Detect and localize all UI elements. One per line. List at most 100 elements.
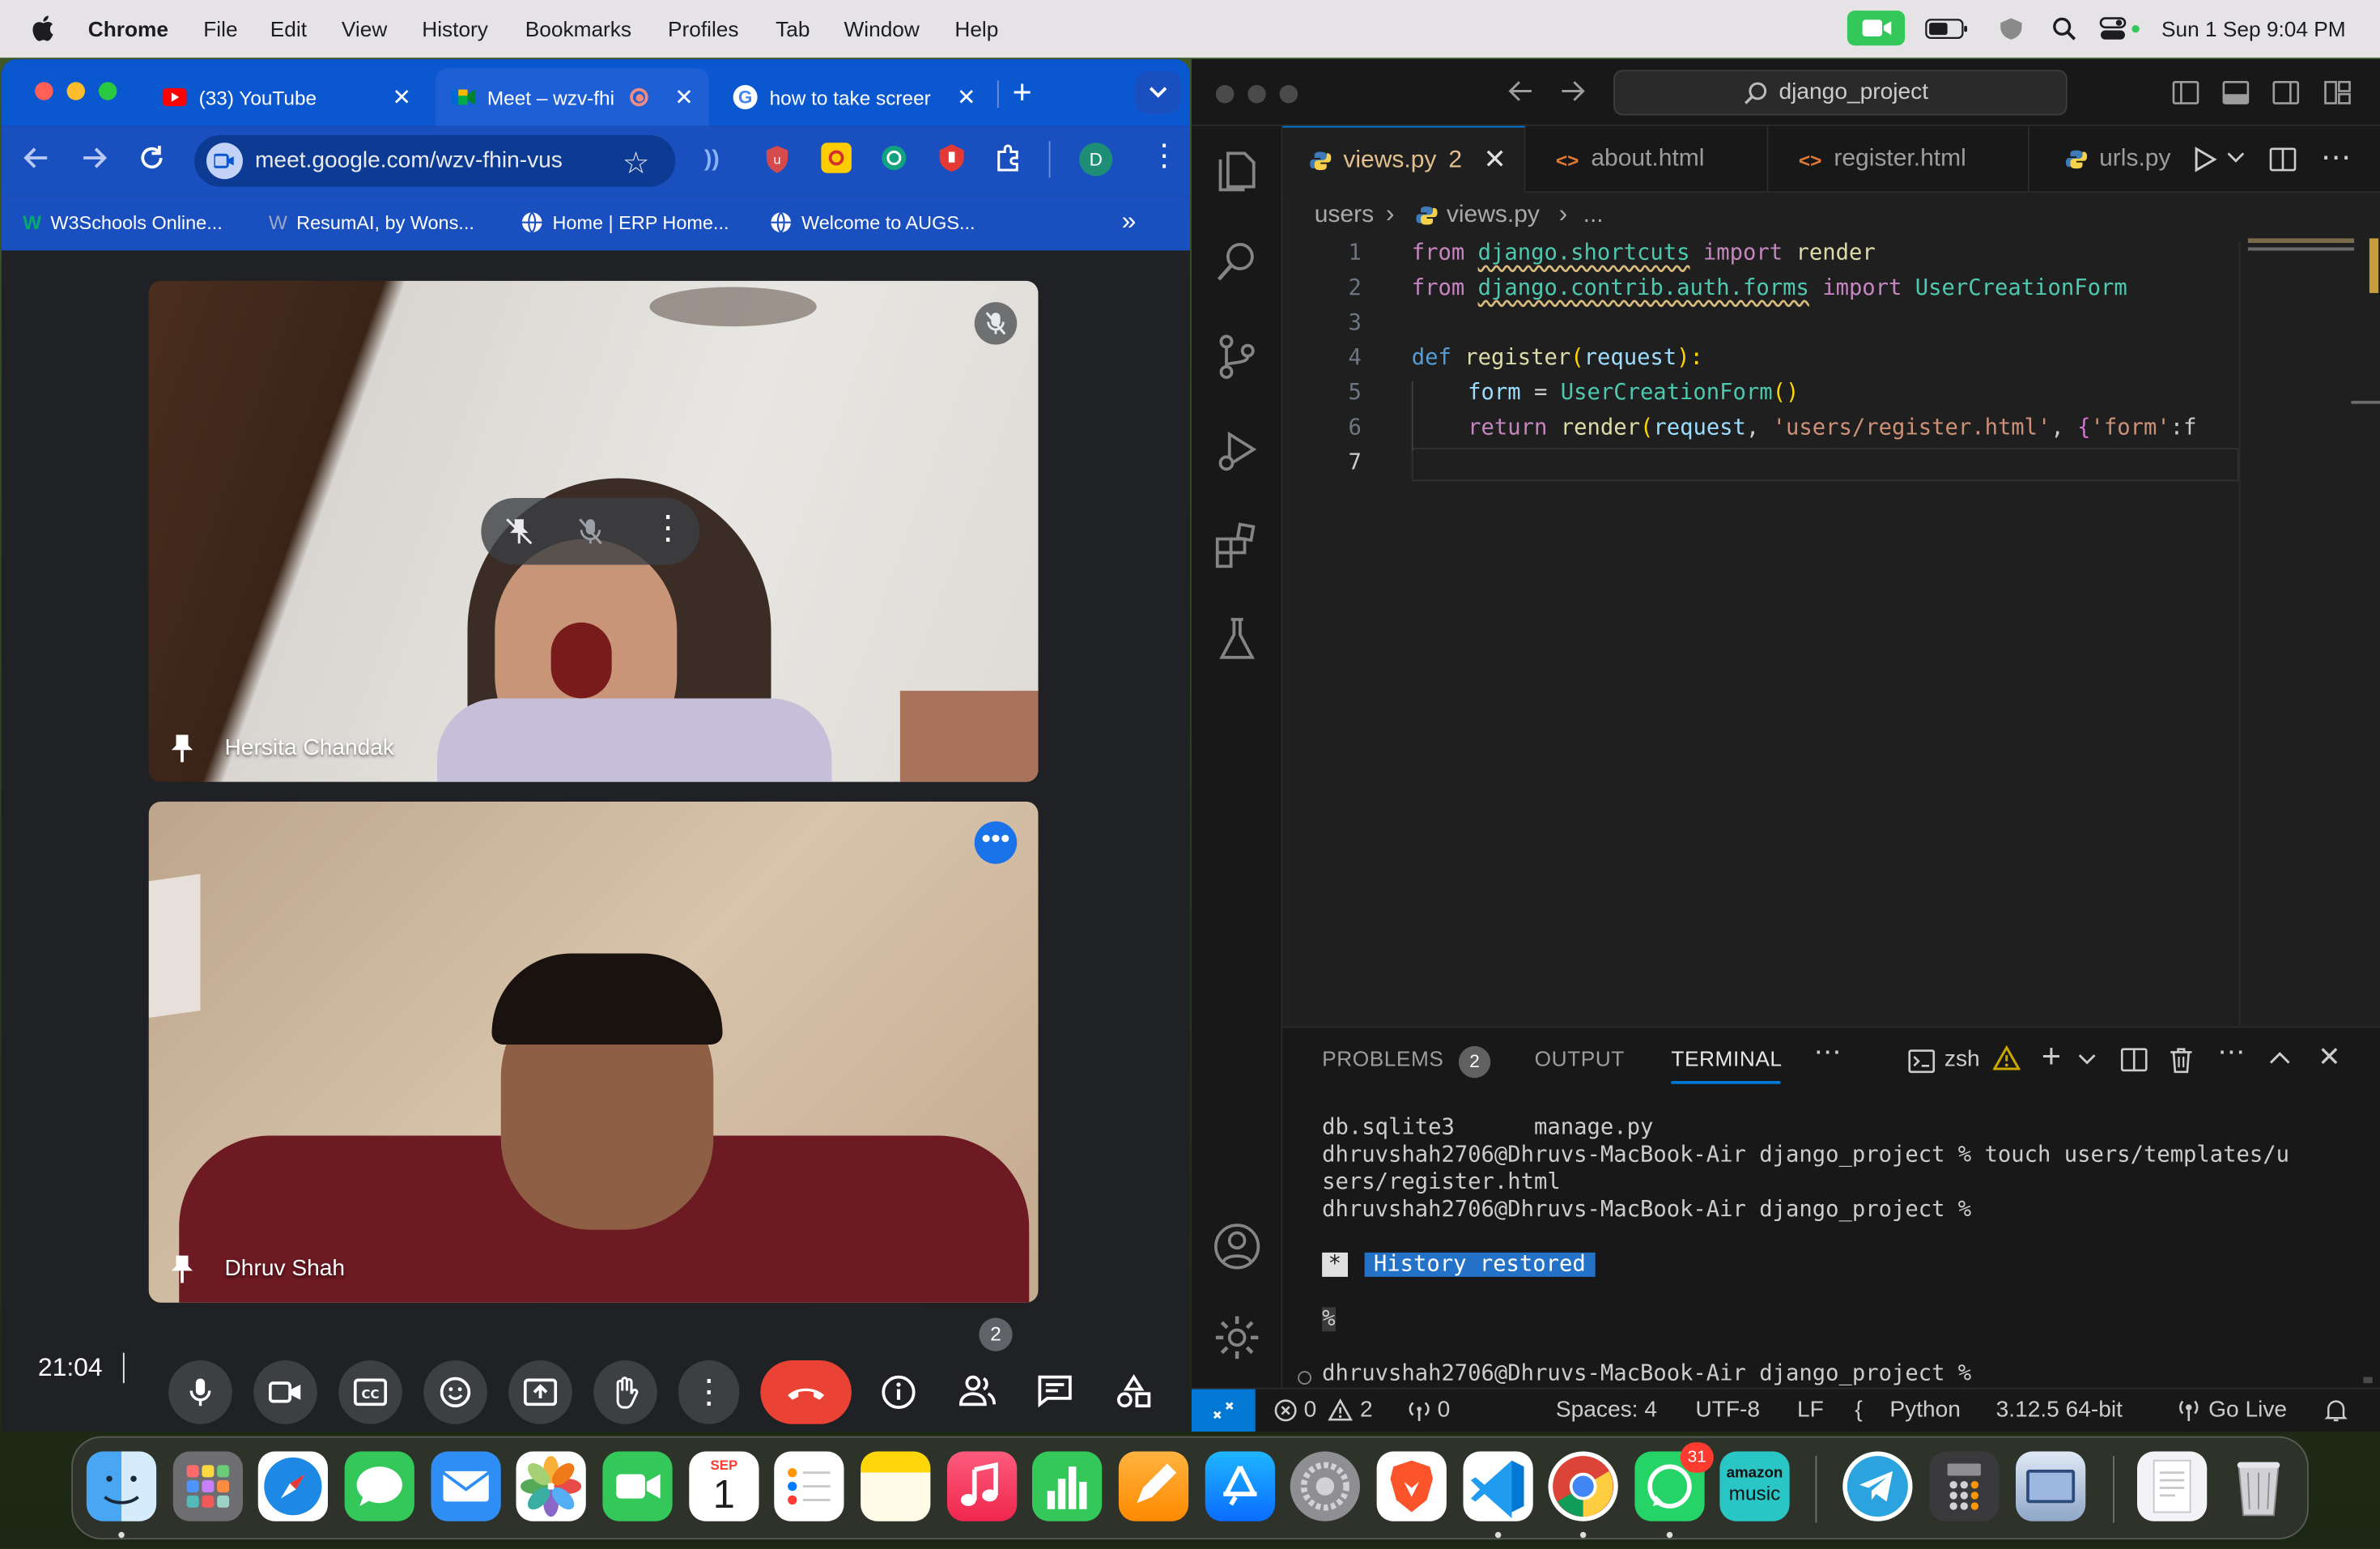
breadcrumb-folder[interactable]: users (1315, 202, 1374, 229)
warning-icon[interactable] (1328, 1398, 1353, 1423)
back-arrow-icon[interactable] (1507, 79, 1535, 104)
zoom-window-button[interactable] (98, 82, 117, 100)
indentation-spaces[interactable]: Spaces: 4 (1556, 1397, 1657, 1423)
close-window-button[interactable] (1215, 85, 1235, 104)
toggle-sidebar-icon[interactable] (2172, 79, 2199, 107)
error-icon[interactable] (1273, 1398, 1298, 1423)
tab-search-chevron-icon[interactable] (1135, 71, 1181, 114)
line-endings[interactable]: LF (1797, 1397, 1824, 1423)
minimize-window-button[interactable] (1247, 85, 1266, 104)
address-bar[interactable]: meet.google.com/wzv-fhin-vus ☆ (194, 134, 676, 187)
run-python-icon[interactable] (2193, 146, 2217, 173)
back-arrow-icon[interactable] (23, 144, 50, 172)
customize-layout-icon[interactable] (2324, 79, 2352, 107)
camera-button[interactable] (253, 1360, 317, 1424)
command-center-search[interactable]: django_project (1613, 70, 2068, 116)
people-icon[interactable] (958, 1374, 997, 1407)
notifications-bell-icon[interactable] (2324, 1398, 2348, 1423)
testing-flask-icon[interactable] (1214, 615, 1260, 663)
captions-button[interactable]: CC (338, 1360, 402, 1424)
chrome-icon[interactable] (1548, 1451, 1618, 1521)
tab-output[interactable]: OUTPUT (1535, 1046, 1625, 1070)
calendar-icon[interactable]: SEP 1 (689, 1451, 759, 1521)
extensions-puzzle-icon[interactable] (994, 143, 1025, 173)
photos-icon[interactable] (516, 1451, 586, 1521)
mute-participant-icon[interactable] (576, 517, 606, 547)
messages-icon[interactable] (344, 1451, 414, 1521)
search-icon[interactable] (1214, 238, 1260, 287)
bookmark-augs[interactable]: Welcome to AUGS... (770, 211, 975, 234)
more-options-button[interactable]: ⋮ (678, 1360, 740, 1424)
menu-bookmarks[interactable]: Bookmarks (525, 17, 631, 41)
terminal-prompt[interactable]: dhruvshah2706@Dhruvs-MacBook-Air django_… (1322, 1362, 1971, 1386)
app-store-icon[interactable] (1205, 1451, 1275, 1521)
profile-avatar[interactable]: D (1079, 143, 1113, 177)
extension-red-icon[interactable] (937, 143, 967, 173)
settings-gear-icon[interactable] (1213, 1313, 1261, 1362)
source-control-icon[interactable] (1214, 333, 1260, 381)
close-panel-icon[interactable]: ✕ (2318, 1041, 2340, 1073)
close-tab-icon[interactable]: ✕ (1483, 144, 1506, 176)
tab-terminal[interactable]: TERMINAL (1671, 1046, 1782, 1070)
tab-register-html[interactable]: <> register.html (1768, 126, 2029, 194)
kill-terminal-trash-icon[interactable] (2169, 1046, 2193, 1074)
minimize-window-button[interactable] (66, 82, 85, 100)
explorer-icon[interactable] (1214, 144, 1260, 193)
close-tab-icon[interactable]: ✕ (957, 83, 976, 111)
chat-icon[interactable] (1037, 1374, 1073, 1408)
more-actions-icon[interactable]: ⋯ (2321, 138, 2352, 177)
site-info-icon[interactable] (206, 143, 243, 180)
menu-app-name[interactable]: Chrome (88, 17, 168, 41)
menubar-clock[interactable]: Sun 1 Sep 9:04 PM (2161, 17, 2346, 41)
more-actions-icon[interactable]: ⋯ (2217, 1037, 2245, 1069)
zoom-window-button[interactable] (1279, 85, 1298, 104)
terminal-dropdown-icon[interactable] (2078, 1052, 2097, 1067)
bookmark-erp-home[interactable]: Home | ERP Home... (521, 211, 729, 234)
run-debug-icon[interactable] (1214, 427, 1260, 475)
safari-icon[interactable] (257, 1451, 328, 1521)
reload-icon[interactable] (138, 144, 166, 172)
raise-hand-button[interactable] (593, 1360, 657, 1424)
documents-folder-icon[interactable] (2137, 1451, 2208, 1521)
vscode-icon[interactable] (1463, 1451, 1533, 1521)
menu-history[interactable]: History (422, 17, 488, 41)
preview-window-icon[interactable] (2016, 1451, 2086, 1521)
bookmark-star-icon[interactable]: ☆ (623, 144, 650, 182)
facetime-icon[interactable] (602, 1451, 673, 1521)
microphone-button[interactable] (168, 1360, 232, 1424)
unpin-icon[interactable] (504, 517, 535, 547)
menu-profiles[interactable]: Profiles (668, 17, 739, 41)
ublock-extension-icon[interactable]: u (763, 144, 791, 175)
chrome-menu-icon[interactable]: ⋮ (1149, 141, 1179, 172)
new-terminal-icon[interactable]: + (2042, 1037, 2061, 1077)
finder-icon[interactable] (86, 1451, 157, 1521)
minimap[interactable] (2247, 238, 2355, 272)
close-tab-icon[interactable]: ✕ (674, 83, 694, 111)
language-mode[interactable]: Python (1889, 1397, 1961, 1423)
present-screen-button[interactable] (508, 1360, 572, 1424)
tab-problems[interactable]: PROBLEMS (1322, 1046, 1443, 1070)
menu-window[interactable]: Window (844, 17, 920, 41)
meeting-details-icon[interactable] (881, 1374, 917, 1411)
command-decoration-icon[interactable] (1298, 1371, 1311, 1385)
activities-icon[interactable] (1116, 1374, 1152, 1411)
new-tab-icon[interactable]: + (1013, 73, 1032, 113)
split-terminal-icon[interactable] (2120, 1046, 2148, 1074)
terminal-shell-name[interactable]: zsh (1944, 1046, 1980, 1072)
numbers-icon[interactable] (1032, 1451, 1103, 1521)
chatgpt-extension-icon[interactable] (879, 143, 910, 173)
notes-icon[interactable] (861, 1451, 931, 1521)
tab-meet[interactable]: Meet – wzv-fhi ✕ (436, 68, 709, 126)
launchpad-icon[interactable] (172, 1451, 243, 1521)
extensions-icon[interactable] (1214, 521, 1260, 569)
music-icon[interactable] (947, 1451, 1018, 1521)
spotlight-search-icon[interactable] (2052, 17, 2076, 41)
menu-tab[interactable]: Tab (776, 17, 810, 41)
go-live-button[interactable]: Go Live (2208, 1397, 2287, 1423)
close-window-button[interactable] (35, 82, 53, 100)
participant-tile-hersita[interactable]: ⋮ Hersita Chandak (148, 280, 1039, 782)
battery-icon[interactable] (1925, 19, 1970, 40)
reactions-button[interactable] (423, 1360, 487, 1424)
menu-file[interactable]: File (203, 17, 237, 41)
ports-antenna-icon[interactable] (1407, 1398, 1431, 1423)
